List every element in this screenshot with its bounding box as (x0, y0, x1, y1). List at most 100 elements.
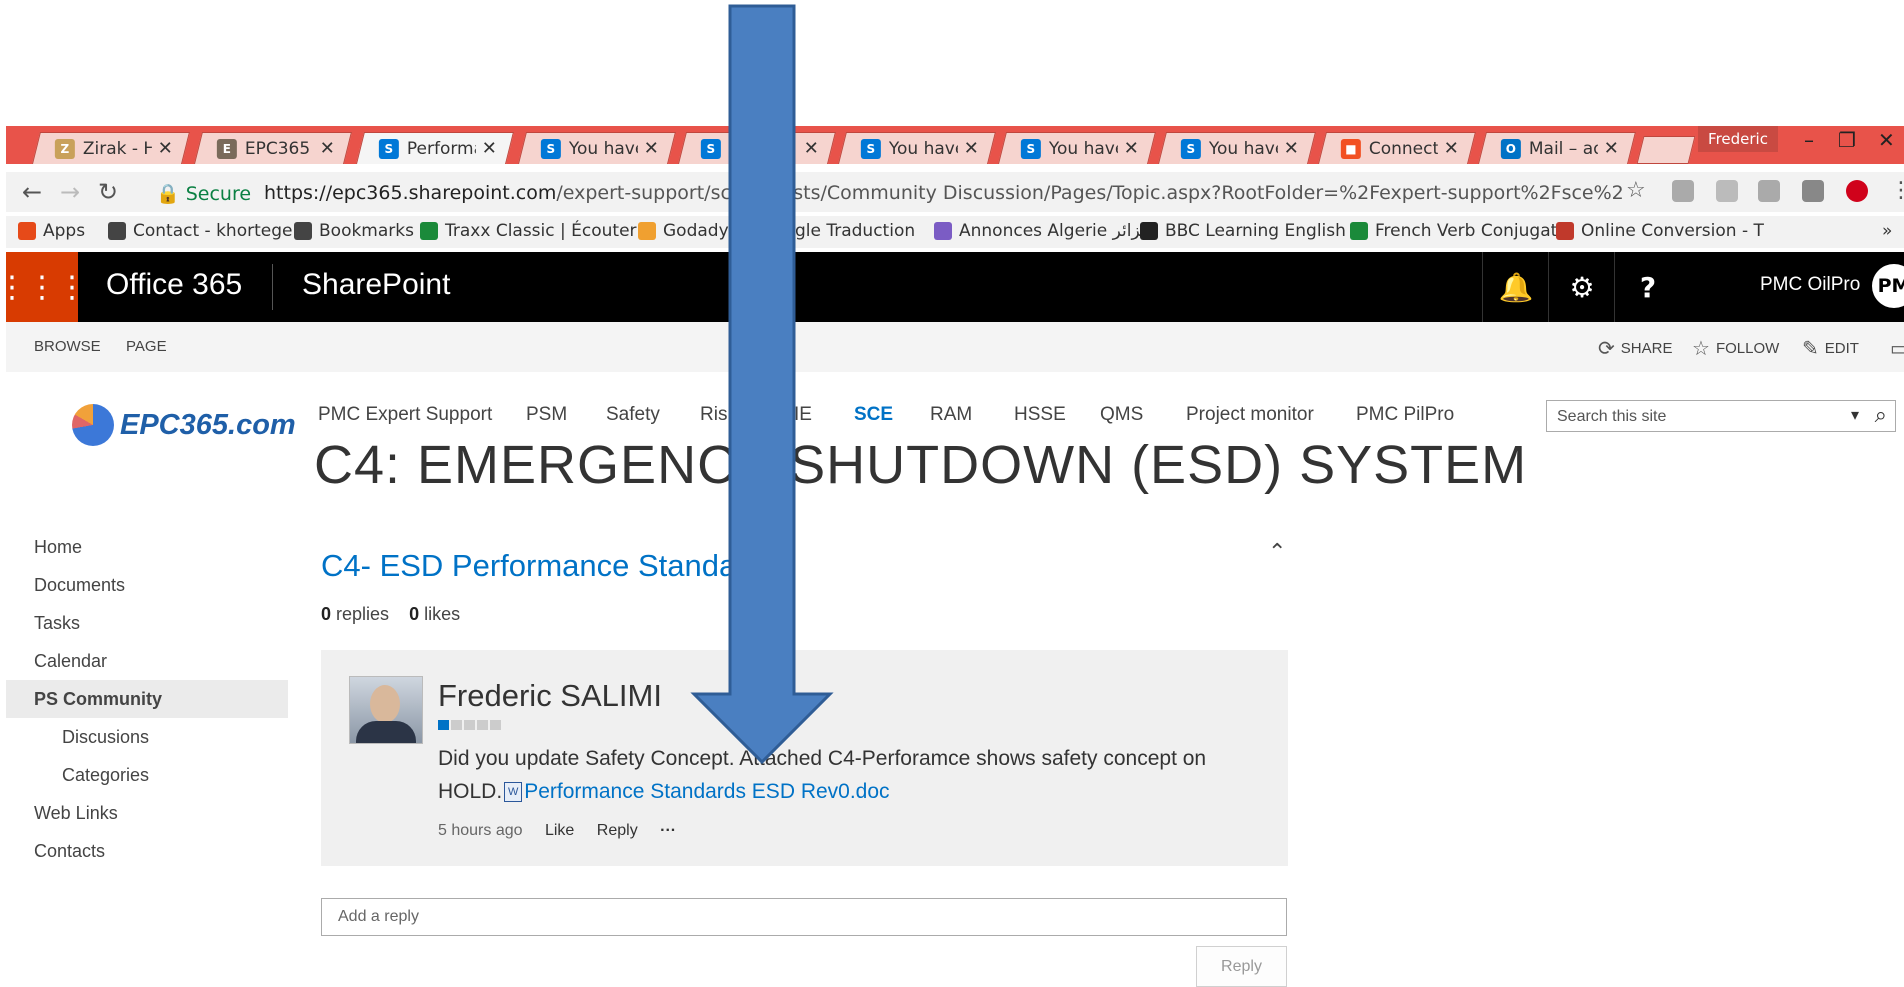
secure-indicator[interactable]: 🔒 Secure (156, 182, 251, 205)
top-nav-item[interactable]: PMC PilPro (1356, 404, 1454, 426)
traxx-icon (420, 222, 438, 240)
bookmark-star-icon[interactable]: ☆ (1626, 178, 1646, 203)
browser-tab[interactable]: O Mail – adı ✕ (1478, 132, 1636, 164)
top-nav-item[interactable]: PMC Expert Support (318, 404, 492, 426)
left-nav-item[interactable]: Contacts (34, 841, 105, 862)
more-options-icon[interactable]: ··· (660, 822, 676, 839)
bookmark-item[interactable]: Bookmarks (294, 221, 414, 241)
tab-close-icon[interactable]: ✕ (320, 138, 335, 159)
reply-link[interactable]: Reply (597, 822, 638, 839)
avatar[interactable]: PM (1872, 264, 1904, 308)
menu-icon[interactable]: ⋮ (1890, 178, 1904, 203)
search-input[interactable] (1555, 407, 1839, 427)
close-window-icon[interactable]: ✕ (1878, 128, 1895, 152)
author-photo[interactable] (349, 676, 423, 744)
browser-tab[interactable]: ■ Connecte ✕ (1318, 132, 1476, 164)
extension-icon[interactable] (1802, 180, 1824, 202)
ribbon-tab-page[interactable]: PAGE (126, 338, 167, 355)
settings-gear-icon[interactable]: ⚙ (1548, 252, 1615, 322)
bookmark-item[interactable]: Annonces Algerie جزائر (934, 221, 1151, 241)
skype-extension-icon[interactable] (1758, 180, 1780, 202)
top-nav-item[interactable]: PSM (526, 404, 567, 426)
share-button[interactable]: ⟳ SHARE (1598, 336, 1672, 361)
top-nav-item[interactable]: QMS (1100, 404, 1143, 426)
amazon-icon (1350, 222, 1368, 240)
pinterest-icon[interactable] (1846, 180, 1868, 202)
tab-title: Mail – adı (1528, 138, 1598, 159)
left-nav-item[interactable]: Discusions (62, 727, 149, 748)
top-nav-item[interactable]: HSSE (1014, 404, 1066, 426)
app-launcher-icon[interactable]: ⋮⋮⋮ (0, 252, 87, 322)
browser-tab[interactable]: E EPC365 - ✕ (194, 132, 352, 164)
top-nav-item[interactable]: SCE (854, 404, 893, 426)
left-nav-item[interactable]: Categories (62, 765, 149, 786)
left-nav-item[interactable]: Web Links (34, 803, 118, 824)
new-tab-button[interactable] (1636, 136, 1696, 164)
bookmark-item[interactable]: Apps (18, 221, 85, 241)
tab-close-icon[interactable]: ✕ (1604, 138, 1619, 159)
help-icon[interactable]: ? (1614, 252, 1681, 322)
tab-title: You have (1208, 138, 1278, 159)
extension-icon[interactable] (1716, 180, 1738, 202)
tab-close-icon[interactable]: ✕ (1124, 138, 1139, 159)
browser-tab[interactable]: S You have ✕ (998, 132, 1156, 164)
url-field[interactable]: https://epc365.sharepoint.com/expert-sup… (264, 182, 1624, 204)
sharepoint-icon: S (1020, 138, 1041, 159)
tab-close-icon[interactable]: ✕ (964, 138, 979, 159)
browser-profile-button[interactable]: Frederic (1698, 126, 1778, 152)
left-nav-item[interactable]: PS Community (34, 689, 162, 710)
browser-tab[interactable]: S You have ✕ (518, 132, 676, 164)
focus-content-icon[interactable]: ▭ (1890, 336, 1904, 361)
bookmark-item[interactable]: French Verb Conjugat (1350, 221, 1557, 241)
search-scope-dropdown-icon[interactable]: ▾ (1851, 405, 1859, 424)
sharepoint-brand[interactable]: SharePoint (302, 268, 450, 302)
follow-button[interactable]: ☆ FOLLOW (1692, 336, 1779, 361)
edit-button[interactable]: ✎ EDIT (1802, 336, 1859, 361)
author-name[interactable]: Frederic SALIMI (438, 678, 662, 714)
tab-close-icon[interactable]: ✕ (158, 138, 173, 159)
minimize-icon[interactable]: – (1804, 128, 1814, 152)
browser-tab[interactable]: S You have ✕ (1158, 132, 1316, 164)
tab-close-icon[interactable]: ✕ (644, 138, 659, 159)
bookmark-item[interactable]: Online Conversion - T (1556, 221, 1764, 241)
browser-tab[interactable]: S Performan ✕ (356, 132, 514, 164)
search-icon[interactable]: ⌕ (1875, 403, 1887, 428)
left-nav-item[interactable]: Tasks (34, 613, 80, 634)
bookmark-item[interactable]: Traxx Classic | Écouter (420, 221, 637, 241)
top-nav-item[interactable]: RAM (930, 404, 972, 426)
office365-brand[interactable]: Office 365 (106, 268, 242, 302)
edit-label: EDIT (1824, 340, 1859, 357)
add-reply-input[interactable] (336, 907, 1240, 927)
tab-title: You have (568, 138, 638, 159)
left-nav-item[interactable]: Home (34, 537, 82, 558)
tab-close-icon[interactable]: ✕ (1444, 138, 1459, 159)
attachment-link[interactable]: Performance Standards ESD Rev0.doc (524, 780, 889, 803)
tab-close-icon[interactable]: ✕ (1284, 138, 1299, 159)
collapse-chevron-icon[interactable]: ⌃ (1268, 540, 1286, 565)
reload-icon[interactable]: ↻ (98, 178, 118, 206)
down-arrow-annotation (690, 4, 834, 765)
browser-tab[interactable]: S You have ✕ (838, 132, 996, 164)
reply-button[interactable]: Reply (1196, 946, 1287, 987)
forward-icon[interactable]: → (60, 178, 80, 206)
left-nav-item[interactable]: Calendar (34, 651, 107, 672)
notifications-bell-icon[interactable]: 🔔 (1482, 252, 1549, 322)
top-nav-item[interactable]: Safety (606, 404, 660, 426)
photo-face (370, 685, 400, 723)
left-nav-item[interactable]: Documents (34, 575, 125, 596)
bookmark-item[interactable]: Contact - khortege (108, 221, 292, 241)
restore-icon[interactable]: ❐ (1838, 128, 1856, 152)
tab-content: ■ Connecte ✕ (1323, 133, 1471, 164)
post-body: Did you update Safety Concept. Attached … (438, 742, 1258, 808)
more-bookmarks-button[interactable]: » (1882, 221, 1892, 241)
bookmark-item[interactable]: BBC Learning English (1140, 221, 1346, 241)
tab-close-icon[interactable]: ✕ (482, 138, 497, 159)
browser-tab[interactable]: Z Zirak - Hu ✕ (32, 132, 190, 164)
site-logo[interactable]: EPC365.com (72, 404, 296, 446)
like-link[interactable]: Like (545, 822, 574, 839)
back-icon[interactable]: ← (22, 178, 42, 206)
user-name[interactable]: PMC OilPro (1760, 274, 1860, 296)
skype-extension-icon[interactable] (1672, 180, 1694, 202)
top-nav-item[interactable]: Project monitor (1186, 404, 1314, 426)
ribbon-tab-browse[interactable]: BROWSE (34, 338, 101, 355)
